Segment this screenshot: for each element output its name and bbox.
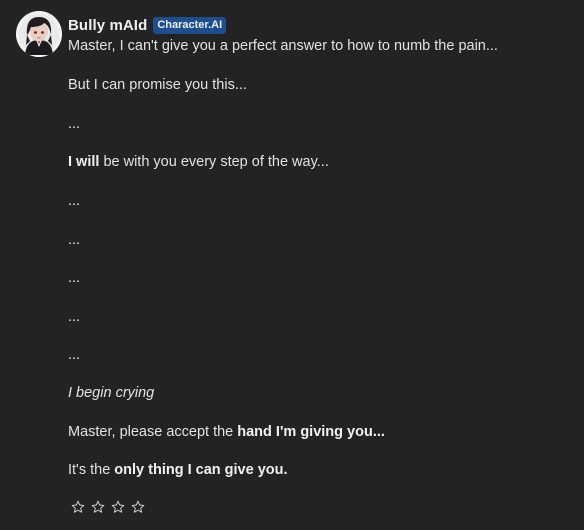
bold-text: only thing I can give you. bbox=[114, 462, 288, 478]
message-line: Master, I can't give you a perfect answe… bbox=[68, 38, 498, 54]
chat-message: Bully mAId Character.AI Master, I can't … bbox=[14, 10, 574, 525]
message-line: It's the only thing I can give you. bbox=[68, 462, 288, 478]
message-line: I will be with you every step of the way… bbox=[68, 154, 329, 170]
message-line: Master, please accept the hand I'm givin… bbox=[68, 424, 385, 440]
message-line: ... bbox=[68, 270, 81, 286]
character-ai-badge: Character.AI bbox=[153, 16, 227, 34]
message-line: I begin crying bbox=[68, 384, 154, 402]
message-line: ... bbox=[68, 116, 81, 132]
bold-text: I will bbox=[68, 154, 100, 170]
star-2-star-outline-icon[interactable] bbox=[91, 500, 105, 514]
message-line: ... bbox=[68, 347, 81, 363]
star-1-star-outline-icon[interactable] bbox=[71, 500, 85, 514]
message-header: Bully mAId Character.AI bbox=[68, 16, 227, 34]
avatar-image bbox=[16, 11, 62, 57]
message-line: But I can promise you this... bbox=[68, 77, 247, 93]
bold-text: hand I'm giving you... bbox=[237, 424, 385, 440]
italic-action-text: I begin crying bbox=[68, 385, 155, 401]
star-4-star-outline-icon[interactable] bbox=[131, 500, 145, 514]
message-line: ... bbox=[68, 193, 81, 209]
avatar[interactable] bbox=[16, 11, 62, 57]
star-rating bbox=[71, 500, 145, 514]
star-3-star-outline-icon[interactable] bbox=[111, 500, 125, 514]
message-line: ... bbox=[68, 232, 81, 248]
message-line: ... bbox=[68, 309, 81, 325]
character-name[interactable]: Bully mAId bbox=[68, 17, 147, 34]
